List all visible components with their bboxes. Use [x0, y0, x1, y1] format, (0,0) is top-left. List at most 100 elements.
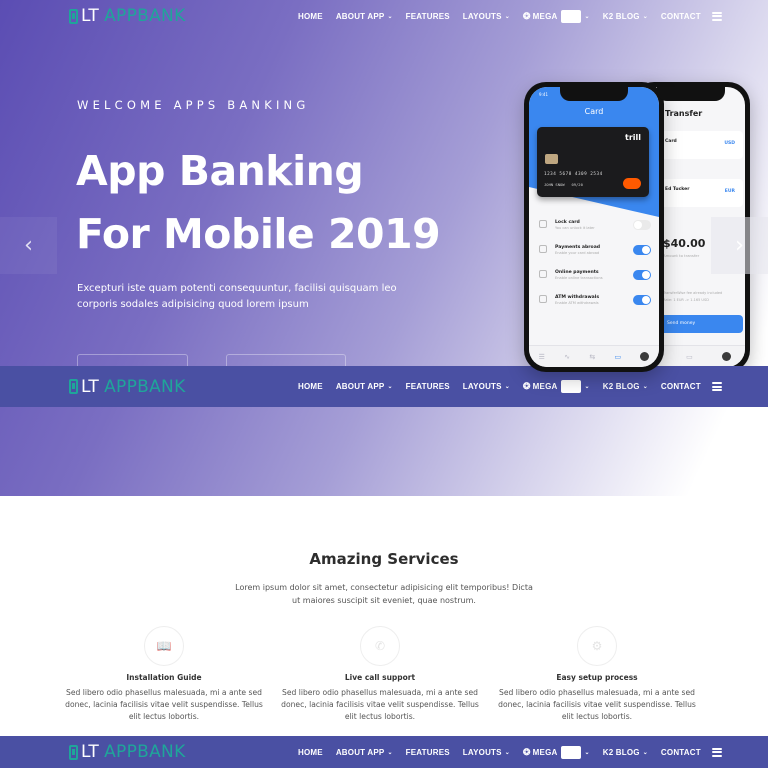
nav-label: HOME — [298, 747, 323, 757]
lock-icon — [539, 220, 547, 228]
nav-contact[interactable]: CONTACT — [661, 748, 701, 757]
hero-section: LT APPBANK HOME ABOUT APP ⌄ FEATURES LAYO… — [0, 0, 768, 496]
logo-prefix: LT — [81, 376, 100, 397]
nav-mega[interactable]: ❂ MEGA ⌄ — [523, 380, 590, 393]
hamburger-icon[interactable] — [711, 11, 722, 21]
nav-mega[interactable]: ❂ MEGA ⌄ — [522, 9, 590, 23]
nav-label: FEATURES — [405, 382, 450, 391]
nav-label: MEGA — [532, 11, 558, 21]
nav-home[interactable]: HOME — [298, 12, 323, 21]
card-holder: JOHN SNOW 09/20 — [544, 182, 583, 187]
nav-about-app[interactable]: ABOUT APP ⌄ — [336, 748, 393, 757]
fee-line: TransferWise fee already included — [663, 291, 723, 295]
transfer-fee-info: TransferWise fee already included Rate: … — [663, 290, 722, 304]
atm-icon — [539, 295, 547, 303]
bottom-navbar: LT APPBANK HOME ABOUT APP ⌄ FEATURES LAYO… — [0, 736, 768, 768]
chevron-down-icon: ⌄ — [642, 13, 648, 20]
main-menu: HOME ABOUT APP ⌄ FEATURES LAYOUTS ⌄ ❂ MEGA ⌄… — [298, 380, 722, 393]
nav-label: LAYOUTS — [462, 747, 502, 757]
transfer-to-label: Ed Tucker — [665, 187, 690, 192]
site-logo[interactable]: LT APPBANK — [69, 377, 186, 397]
nav-features[interactable]: FEATURES — [406, 382, 450, 391]
main-menu: HOME ABOUT APP ⌄ FEATURES LAYOUTS ⌄ ❂ MEGA ⌄… — [298, 745, 722, 759]
nav-features[interactable]: FEATURES — [406, 12, 450, 21]
chevron-down-icon: ⌄ — [504, 749, 510, 756]
nav-about-app[interactable]: ABOUT APP ⌄ — [336, 382, 393, 391]
nav-k2-blog[interactable]: K2 BLOG ⌄ — [603, 382, 648, 391]
atm-withdrawals-toggle — [633, 295, 651, 305]
slider-next-button[interactable]: › — [711, 217, 768, 274]
nav-contact[interactable]: CONTACT — [661, 12, 701, 21]
service-title: Live call support — [344, 673, 416, 682]
chevron-down-icon: ⌄ — [504, 13, 510, 20]
chevron-right-icon: › — [735, 233, 744, 258]
card-expiry: 09/20 — [571, 182, 583, 187]
nav-label: MEGA — [532, 382, 558, 391]
chevron-down-icon: ⌄ — [584, 13, 590, 20]
nav-contact[interactable]: CONTACT — [661, 382, 701, 391]
chevron-down-icon: ⌄ — [584, 384, 590, 390]
hero-lead: Excepturi iste quam potenti consequuntur… — [77, 283, 397, 310]
chevron-down-icon: ⌄ — [584, 749, 590, 756]
nav-layouts[interactable]: LAYOUTS ⌄ — [463, 12, 510, 21]
headline-line-2: For Mobile 2019 — [76, 210, 441, 258]
card-number: 1234 5678 4309 2534 — [544, 172, 603, 177]
service-easy-setup: ⚙ Easy setup process Sed libero odio pha… — [487, 626, 707, 723]
nav-features[interactable]: FEATURES — [406, 748, 450, 757]
gear-icon: ❂ — [522, 10, 531, 21]
mastercard-logo-icon — [623, 178, 641, 189]
nav-layouts[interactable]: LAYOUTS ⌄ — [463, 382, 510, 391]
monitor-icon — [539, 270, 547, 278]
nav-label: CONTACT — [660, 11, 701, 21]
nav-label: K2 BLOG — [602, 11, 640, 21]
nav-label: HOME — [298, 382, 323, 391]
nav-mega[interactable]: ❂ MEGA ⌄ — [522, 745, 590, 759]
nav-label: ABOUT APP — [335, 11, 385, 21]
card-tab-icon: ▭ — [686, 352, 693, 361]
nav-label: CONTACT — [660, 382, 701, 391]
top-navbar: LT APPBANK HOME ABOUT APP ⌄ FEATURES LAYO… — [0, 0, 768, 32]
nav-label: K2 BLOG — [602, 382, 640, 391]
setting-atm-withdrawals: ATM withdrawals Enable ATM withdrawals — [529, 292, 659, 317]
nav-k2-blog[interactable]: K2 BLOG ⌄ — [603, 748, 648, 757]
card-brand: trill — [625, 133, 641, 142]
transfer-from-label: Card — [665, 139, 677, 144]
chevron-down-icon: ⌄ — [642, 384, 648, 390]
transfer-to-currency: EUR — [724, 189, 735, 194]
card-holder-name: JOHN SNOW — [544, 182, 565, 187]
gear-icon: ⚙ — [577, 626, 617, 666]
chevron-down-icon: ⌄ — [387, 384, 393, 390]
card-tab-icon: ▭ — [614, 352, 622, 361]
service-text: Sed libero odio phasellus malesuada, mi … — [65, 688, 263, 721]
site-logo[interactable]: LT APPBANK — [69, 742, 186, 762]
gear-icon: ❂ — [522, 381, 531, 391]
service-title: Easy setup process — [556, 673, 638, 682]
transfer-amount: $40.00 — [663, 237, 706, 250]
nav-home[interactable]: HOME — [298, 748, 323, 757]
transfer-title: Transfer — [665, 109, 703, 118]
plane-icon — [539, 245, 547, 253]
chevron-left-icon: ‹ — [24, 233, 33, 258]
nav-label: MEGA — [532, 747, 558, 757]
mega-badge — [561, 745, 582, 759]
avatar — [721, 352, 731, 361]
setting-lock-card: Lock card You can unlock it later — [529, 217, 659, 242]
hamburger-icon[interactable] — [711, 382, 722, 391]
service-title: Installation Guide — [126, 673, 202, 682]
transfer-amount-sub: Amount to transfer — [663, 253, 700, 258]
nav-label: LAYOUTS — [462, 382, 502, 391]
nav-home[interactable]: HOME — [298, 382, 323, 391]
gear-icon: ❂ — [522, 746, 531, 757]
service-text: Sed libero odio phasellus malesuada, mi … — [281, 688, 479, 721]
nav-k2-blog[interactable]: K2 BLOG ⌄ — [603, 12, 648, 21]
logo-name: APPBANK — [104, 6, 186, 26]
slider-prev-button[interactable]: ‹ — [0, 217, 57, 274]
site-logo[interactable]: LT APPBANK — [69, 6, 186, 26]
phone-logo-icon — [69, 744, 78, 760]
book-icon: 📖 — [144, 626, 184, 666]
hamburger-icon[interactable] — [711, 747, 722, 757]
nav-about-app[interactable]: ABOUT APP ⌄ — [336, 12, 393, 21]
lock-card-toggle — [633, 220, 651, 230]
hero-eyebrow: WELCOME APPS BANKING — [77, 98, 310, 112]
nav-layouts[interactable]: LAYOUTS ⌄ — [463, 748, 510, 757]
